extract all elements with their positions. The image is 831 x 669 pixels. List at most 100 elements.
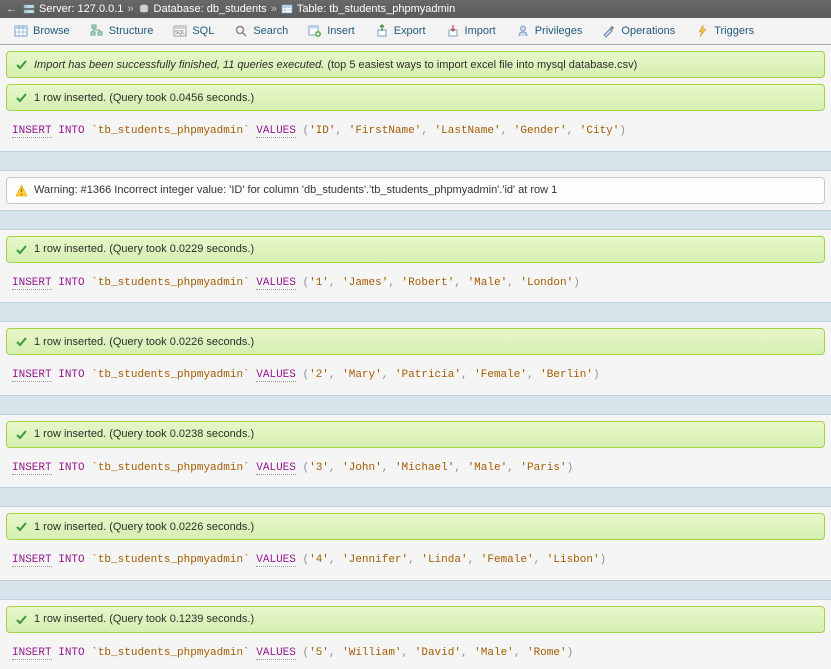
sql-table-name: `tb_students_phpmyadmin` xyxy=(91,369,249,381)
check-icon xyxy=(15,613,28,626)
import-success-message: Import has been successfully finished, 1… xyxy=(6,51,825,78)
row-inserted-message: 1 row inserted. (Query took 0.0229 secon… xyxy=(6,236,825,263)
search-icon xyxy=(234,24,248,38)
sql-table-name: `tb_students_phpmyadmin` xyxy=(91,462,249,474)
insert-icon xyxy=(308,24,322,38)
warning-icon xyxy=(15,184,28,197)
breadcrumb-server[interactable]: Server: 127.0.0.1 xyxy=(39,3,123,15)
svg-text:SQL: SQL xyxy=(175,30,185,36)
import-success-text: Import has been successfully finished, 1… xyxy=(34,59,324,71)
warning-message: Warning: #1366 Incorrect integer value: … xyxy=(6,177,825,204)
back-arrow-icon[interactable]: ← xyxy=(6,3,17,15)
row-inserted-message: 1 row inserted. (Query took 0.0238 secon… xyxy=(6,421,825,448)
sql-query: INSERT INTO `tb_students_phpmyadmin` VAL… xyxy=(0,546,831,576)
row-status-text: 1 row inserted. (Query took 0.0226 secon… xyxy=(34,521,254,533)
sql-keyword-into: INTO xyxy=(58,647,84,659)
sql-table-name: `tb_students_phpmyadmin` xyxy=(91,277,249,289)
tab-browse[interactable]: Browse xyxy=(4,18,80,44)
sql-keyword-into: INTO xyxy=(58,554,84,566)
row-inserted-message: 1 row inserted. (Query took 0.0226 secon… xyxy=(6,328,825,355)
sql-query: INSERT INTO `tb_students_phpmyadmin` VAL… xyxy=(0,269,831,299)
breadcrumb-database[interactable]: Database: db_students xyxy=(154,3,267,15)
sql-query: INSERT INTO `tb_students_phpmyadmin` VAL… xyxy=(0,117,831,147)
tab-privileges[interactable]: Privileges xyxy=(506,18,593,44)
check-icon xyxy=(15,91,28,104)
tab-label: Operations xyxy=(621,25,675,37)
check-icon xyxy=(15,335,28,348)
tab-label: Search xyxy=(253,25,288,37)
sql-keyword-insert: INSERT xyxy=(12,125,52,138)
tab-search[interactable]: Search xyxy=(224,18,298,44)
sql-icon: SQL xyxy=(173,24,187,38)
check-icon xyxy=(15,520,28,533)
separator xyxy=(0,487,831,507)
sql-keyword-insert: INSERT xyxy=(12,647,52,660)
tab-sql[interactable]: SQL SQL xyxy=(163,18,224,44)
table-icon xyxy=(281,3,293,15)
breadcrumb-table[interactable]: Table: tb_students_phpmyadmin xyxy=(297,3,455,15)
sql-keyword-values: VALUES xyxy=(256,554,296,567)
tab-label: Import xyxy=(465,25,496,37)
sql-query: INSERT INTO `tb_students_phpmyadmin` VAL… xyxy=(0,639,831,669)
tab-label: Insert xyxy=(327,25,355,37)
import-success-file: (top 5 easiest ways to import excel file… xyxy=(327,59,637,71)
content-area: Import has been successfully finished, 1… xyxy=(0,51,831,669)
sql-keyword-values: VALUES xyxy=(256,277,296,290)
sql-keyword-into: INTO xyxy=(58,369,84,381)
tab-insert[interactable]: Insert xyxy=(298,18,365,44)
database-icon xyxy=(138,3,150,15)
row-inserted-message: 1 row inserted. (Query took 0.0226 secon… xyxy=(6,513,825,540)
triggers-icon xyxy=(695,24,709,38)
sql-keyword-values: VALUES xyxy=(256,369,296,382)
structure-icon xyxy=(90,24,104,38)
sql-keyword-values: VALUES xyxy=(256,125,296,138)
tab-triggers[interactable]: Triggers xyxy=(685,18,764,44)
row-inserted-message: 1 row inserted. (Query took 0.0456 secon… xyxy=(6,84,825,111)
operations-icon xyxy=(602,24,616,38)
tab-label: Triggers xyxy=(714,25,754,37)
breadcrumb-separator: » xyxy=(271,3,277,15)
sql-table-name: `tb_students_phpmyadmin` xyxy=(91,647,249,659)
sql-keyword-into: INTO xyxy=(58,462,84,474)
breadcrumb: ← Server: 127.0.0.1 » Database: db_stude… xyxy=(0,0,831,18)
sql-keyword-insert: INSERT xyxy=(12,369,52,382)
table-icon xyxy=(14,24,28,38)
server-icon xyxy=(23,3,35,15)
tab-label: Privileges xyxy=(535,25,583,37)
separator xyxy=(0,302,831,322)
sql-keyword-values: VALUES xyxy=(256,647,296,660)
tabs-bar: Browse Structure SQL SQL Search Insert Export I… xyxy=(0,18,831,45)
row-inserted-message: 1 row inserted. (Query took 0.1239 secon… xyxy=(6,606,825,633)
tab-label: Structure xyxy=(109,25,154,37)
tab-operations[interactable]: Operations xyxy=(592,18,685,44)
row-status-text: 1 row inserted. (Query took 0.0238 secon… xyxy=(34,428,254,440)
import-icon xyxy=(446,24,460,38)
warning-text: Warning: #1366 Incorrect integer value: … xyxy=(34,184,557,196)
sql-query: INSERT INTO `tb_students_phpmyadmin` VAL… xyxy=(0,361,831,391)
sql-keyword-values: VALUES xyxy=(256,462,296,475)
sql-keyword-insert: INSERT xyxy=(12,462,52,475)
sql-keyword-into: INTO xyxy=(58,277,84,289)
privileges-icon xyxy=(516,24,530,38)
tab-import[interactable]: Import xyxy=(436,18,506,44)
tab-label: Export xyxy=(394,25,426,37)
sql-table-name: `tb_students_phpmyadmin` xyxy=(91,125,249,137)
sql-keyword-into: INTO xyxy=(58,125,84,137)
check-icon xyxy=(15,58,28,71)
sql-keyword-insert: INSERT xyxy=(12,554,52,567)
tab-export[interactable]: Export xyxy=(365,18,436,44)
separator xyxy=(0,395,831,415)
row-status-text: 1 row inserted. (Query took 0.1239 secon… xyxy=(34,613,254,625)
export-icon xyxy=(375,24,389,38)
separator xyxy=(0,580,831,600)
check-icon xyxy=(15,243,28,256)
row-status-text: 1 row inserted. (Query took 0.0456 secon… xyxy=(34,92,254,104)
row-status-text: 1 row inserted. (Query took 0.0226 secon… xyxy=(34,336,254,348)
tab-label: Browse xyxy=(33,25,70,37)
sql-table-name: `tb_students_phpmyadmin` xyxy=(91,554,249,566)
breadcrumb-separator: » xyxy=(127,3,133,15)
separator xyxy=(0,210,831,230)
tab-label: SQL xyxy=(192,25,214,37)
tab-structure[interactable]: Structure xyxy=(80,18,164,44)
sql-keyword-insert: INSERT xyxy=(12,277,52,290)
